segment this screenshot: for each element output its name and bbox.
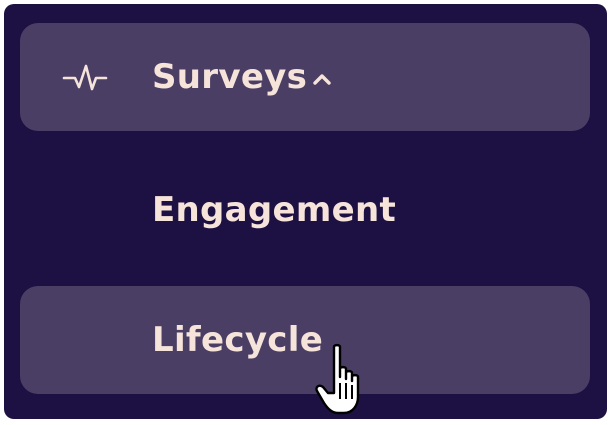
- chevron-up-icon: [313, 74, 331, 85]
- submenu-item-label: Engagement: [152, 190, 397, 230]
- surveys-label: Surveys: [152, 57, 308, 97]
- surveys-menu-toggle[interactable]: Surveys: [20, 23, 590, 131]
- submenu-item-engagement[interactable]: Engagement: [20, 156, 590, 264]
- pulse-icon: [62, 64, 108, 91]
- submenu-item-label: Lifecycle: [152, 320, 324, 360]
- surveys-nav-panel: Surveys Engagement Lifecycle: [4, 4, 607, 419]
- hand-pointer-icon: [315, 343, 360, 415]
- submenu-item-lifecycle[interactable]: Lifecycle: [20, 286, 590, 394]
